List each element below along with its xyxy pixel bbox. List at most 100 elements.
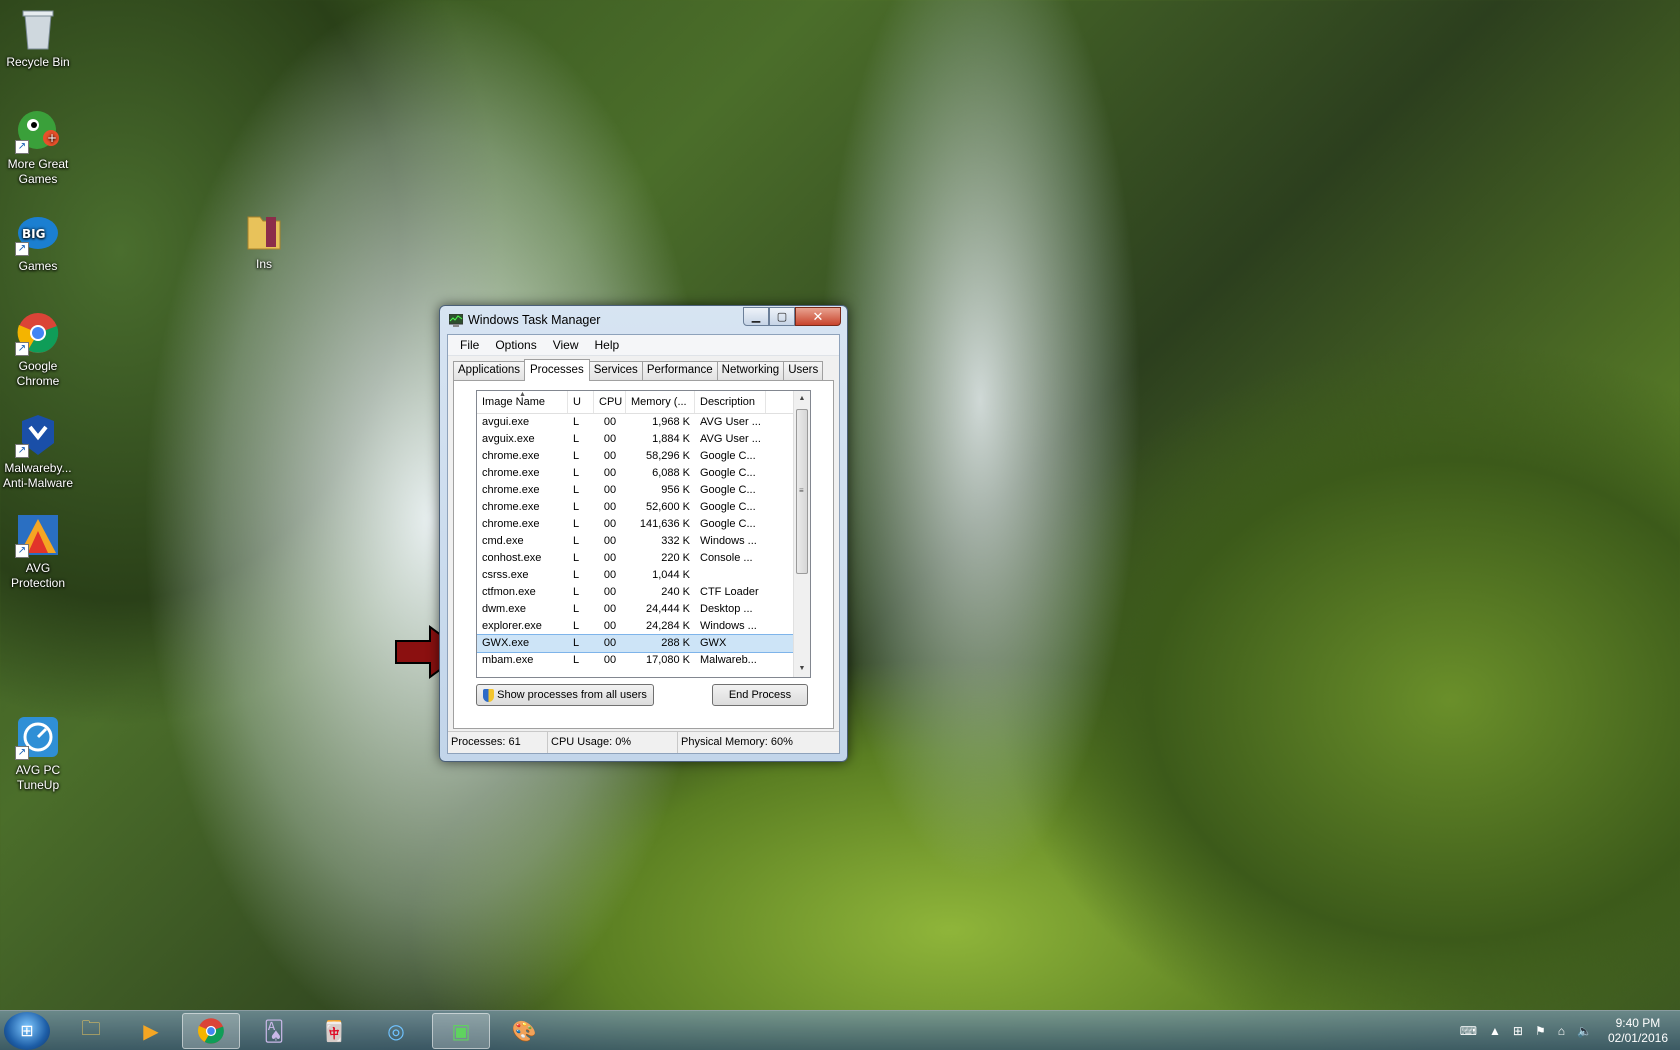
folder-icon (241, 208, 287, 254)
column-user[interactable]: U (568, 391, 594, 413)
column-description[interactable]: Description (695, 391, 766, 413)
vertical-scrollbar[interactable]: ▲ ≡ ▼ (793, 391, 810, 677)
menu-help[interactable]: Help (587, 338, 628, 352)
table-row[interactable]: chrome.exe L 00 141,636 K Google C... (477, 516, 810, 533)
cell-image-name: chrome.exe (482, 518, 540, 530)
action-center-flag-icon[interactable]: ⚑ (1535, 1024, 1546, 1038)
show-all-processes-button[interactable]: Show processes from all users (476, 684, 654, 706)
maximize-button[interactable]: ▢ (769, 307, 795, 326)
cell-memory: 1,884 K (652, 433, 690, 445)
chrome-icon (197, 1018, 224, 1044)
close-button[interactable]: ✕ (795, 307, 841, 326)
cell-user: L (573, 569, 580, 581)
cell-memory: 24,284 K (645, 620, 690, 632)
table-row[interactable]: chrome.exe L 00 956 K Google C... (477, 482, 810, 499)
cell-image-name: ctfmon.exe (482, 586, 536, 598)
task-manager-icon (449, 314, 463, 327)
table-row[interactable]: mbam.exe L 00 17,080 K Malwareb... (477, 652, 810, 669)
table-row[interactable]: conhost.exe L 00 220 K Console ... (477, 550, 810, 567)
scroll-up-icon[interactable]: ▲ (794, 391, 810, 407)
shortcut-arrow-icon: ↗ (15, 444, 29, 458)
cell-description (695, 567, 766, 584)
menu-view[interactable]: View (545, 338, 587, 352)
taskbar-game-2[interactable]: 🀄 (305, 1013, 363, 1049)
column-cpu[interactable]: CPU (594, 391, 626, 413)
taskbar-paint[interactable]: 🎨 (495, 1013, 553, 1049)
title-bar[interactable]: Windows Task Manager ▁ ▢ ✕ (440, 306, 847, 334)
cell-cpu: 00 (603, 501, 617, 513)
table-row[interactable]: explorer.exe L 00 24,284 K Windows ... (477, 618, 810, 635)
desktop-icon-label: AVG PC TuneUp (15, 763, 61, 792)
desktop-icon-avg-protection[interactable]: ↗ AVG Protection (0, 512, 76, 591)
network-icon[interactable]: ⌂ (1558, 1024, 1565, 1038)
table-row[interactable]: avguix.exe L 00 1,884 K AVG User ... (477, 431, 810, 448)
avg-tuneup-icon: ↗ (15, 714, 61, 760)
desktop-icon-label: AVG Protection (10, 561, 66, 590)
desktop-icon-google-chrome[interactable]: ↗ Google Chrome (0, 310, 76, 389)
desktop-icon-ins-folder[interactable]: Ins (226, 208, 302, 272)
desktop-icon-games[interactable]: BIG ↗ Games (0, 210, 76, 274)
cell-image-name: dwm.exe (482, 603, 527, 615)
table-row[interactable]: avgui.exe L 00 1,968 K AVG User ... (477, 414, 810, 431)
taskbar-task-manager[interactable]: ▣ (432, 1013, 490, 1049)
table-row[interactable]: csrss.exe L 00 1,044 K (477, 567, 810, 584)
status-physical-memory: Physical Memory: 60% (681, 736, 793, 748)
table-row[interactable]: chrome.exe L 00 58,296 K Google C... (477, 448, 810, 465)
process-rows: avgui.exe L 00 1,968 K AVG User ... avguix.ex… (477, 414, 810, 669)
menu-file[interactable]: File (452, 338, 487, 352)
windows-flag-icon[interactable]: ⊞ (1513, 1024, 1523, 1038)
taskbar-avg-tuneup[interactable]: ◎ (367, 1013, 425, 1049)
tab-services[interactable]: Services (588, 361, 643, 380)
recycle-bin-icon (15, 6, 61, 52)
window-client: File Options View Help Applications Proc… (447, 334, 840, 754)
cell-memory: 288 K (661, 637, 690, 649)
desktop-icon-avg-pc-tuneup[interactable]: ↗ AVG PC TuneUp (0, 714, 76, 793)
end-process-button[interactable]: End Process (712, 684, 808, 706)
cell-memory: 141,636 K (639, 518, 690, 530)
desktop-icon-recycle-bin[interactable]: Recycle Bin (0, 6, 76, 70)
desktop-icon-malwarebytes[interactable]: ↗ Malwareby... Anti-Malware (0, 412, 76, 491)
cell-description: Windows ... (700, 535, 757, 547)
taskbar: ⊞ 🗀 ▶ 🂡 🀄 ◎ ▣ 🎨 ⌨ ▲ ⊞ ⚑ ⌂ 🔈 9:40 PM 02/0… (0, 1010, 1680, 1050)
clock[interactable]: 9:40 PM 02/01/2016 (1608, 1016, 1668, 1046)
desktop-icon-more-great-games[interactable]: + ↗ More Great Games (0, 108, 76, 187)
volume-icon[interactable]: 🔈 (1577, 1024, 1592, 1038)
cards-icon: 🂡 (263, 1020, 285, 1043)
minimize-icon: ▁ (751, 311, 761, 323)
taskbar-explorer[interactable]: 🗀 (62, 1013, 120, 1049)
shortcut-arrow-icon: ↗ (15, 746, 29, 760)
tab-processes[interactable]: Processes (524, 359, 590, 381)
table-row[interactable]: chrome.exe L 00 6,088 K Google C... (477, 465, 810, 482)
table-row[interactable]: ctfmon.exe L 00 240 K CTF Loader (477, 584, 810, 601)
taskbar-chrome[interactable] (182, 1013, 240, 1049)
menu-options[interactable]: Options (487, 338, 544, 352)
start-button[interactable]: ⊞ (4, 1012, 50, 1050)
show-hidden-icons-icon[interactable]: ▲ (1489, 1024, 1501, 1038)
windows-logo-icon: ⊞ (20, 1023, 34, 1040)
tab-networking[interactable]: Networking (716, 361, 785, 380)
close-icon: ✕ (812, 308, 824, 324)
cell-cpu: 00 (603, 416, 617, 428)
shortcut-arrow-icon: ↗ (15, 242, 29, 256)
taskbar-game-1[interactable]: 🂡 (245, 1013, 303, 1049)
svg-text:+: + (47, 131, 57, 145)
tab-applications[interactable]: Applications (453, 361, 526, 380)
minimize-button[interactable]: ▁ (743, 307, 769, 326)
cell-description: Google C... (700, 501, 756, 513)
process-list[interactable]: ▲ Image Name U CPU Memory (... Descripti… (476, 390, 811, 678)
tab-users[interactable]: Users (783, 361, 824, 380)
column-memory[interactable]: Memory (... (626, 391, 695, 413)
desktop-icon-label: Malwareby... Anti-Malware (2, 461, 74, 490)
keyboard-icon[interactable]: ⌨ (1460, 1024, 1477, 1038)
clock-date: 02/01/2016 (1607, 1031, 1668, 1045)
table-row[interactable]: GWX.exe L 00 288 K GWX (477, 634, 810, 653)
taskbar-media-player[interactable]: ▶ (122, 1013, 180, 1049)
cell-cpu: 00 (603, 518, 617, 530)
table-row[interactable]: chrome.exe L 00 52,600 K Google C... (477, 499, 810, 516)
tab-performance[interactable]: Performance (641, 361, 718, 380)
table-row[interactable]: cmd.exe L 00 332 K Windows ... (477, 533, 810, 550)
cell-image-name: chrome.exe (482, 501, 540, 513)
scroll-down-icon[interactable]: ▼ (794, 661, 810, 677)
cell-cpu: 00 (603, 433, 617, 445)
table-row[interactable]: dwm.exe L 00 24,444 K Desktop ... (477, 601, 810, 618)
